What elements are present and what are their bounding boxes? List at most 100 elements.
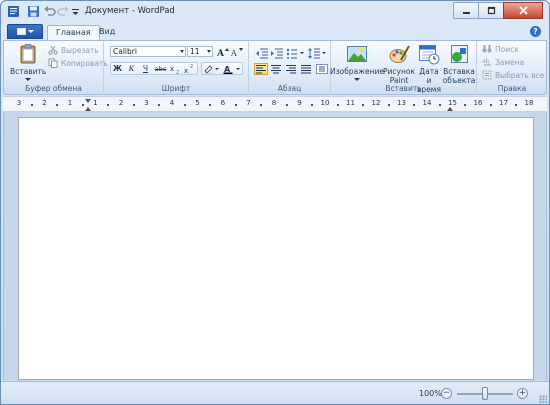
insert-picture-button[interactable]: Изображение bbox=[330, 43, 384, 82]
ruler-number: 2 bbox=[118, 99, 124, 107]
minimize-button[interactable] bbox=[453, 2, 479, 19]
ruler[interactable]: 3 2 1 1 2 3 4 5 6 7 8 9 10 11 12 13 14 15 16 17 18 bbox=[3, 96, 547, 112]
copy-button[interactable]: Копировать bbox=[48, 58, 108, 68]
minimize-icon bbox=[462, 12, 470, 14]
bold-button[interactable]: Ж bbox=[111, 63, 124, 74]
paste-label: Вставить bbox=[10, 67, 47, 76]
align-center-icon bbox=[271, 65, 281, 74]
paragraph-icon bbox=[316, 64, 328, 74]
right-indent-marker[interactable] bbox=[447, 107, 453, 111]
ruler-tick bbox=[107, 104, 110, 106]
decrease-indent-button[interactable] bbox=[254, 46, 268, 59]
svg-text:2: 2 bbox=[190, 64, 193, 70]
insert-picture-label: Изображение bbox=[330, 67, 384, 76]
font-group: Calibri 11 A A Ж К Ч abc x 2 x 2 A Шрифт bbox=[104, 41, 249, 95]
status-bar: 100% − + bbox=[1, 381, 549, 404]
text-color-icon: A bbox=[223, 65, 240, 74]
document-scroll-area bbox=[3, 112, 547, 380]
italic-button[interactable]: К bbox=[125, 63, 138, 74]
highlighter-icon bbox=[204, 65, 219, 74]
strikethrough-button[interactable]: abc bbox=[153, 63, 168, 74]
tab-view[interactable]: Вид bbox=[91, 25, 123, 40]
chevron-down-icon bbox=[207, 50, 211, 53]
wordpad-app-icon[interactable] bbox=[7, 5, 20, 18]
redo-icon[interactable] bbox=[57, 5, 70, 18]
align-right-button[interactable] bbox=[284, 63, 298, 75]
maximize-button[interactable] bbox=[478, 2, 504, 19]
subscript-button[interactable]: x2 bbox=[169, 63, 182, 76]
save-icon[interactable] bbox=[27, 5, 40, 18]
first-line-indent-marker[interactable] bbox=[85, 99, 91, 103]
zoom-level: 100% bbox=[419, 389, 442, 398]
close-button[interactable] bbox=[503, 2, 543, 19]
bullet-list-button[interactable] bbox=[285, 46, 305, 59]
ruler-tick bbox=[183, 104, 186, 106]
paste-button[interactable]: Вставить bbox=[10, 43, 46, 82]
align-center-button[interactable] bbox=[269, 63, 283, 75]
replace-button[interactable]: ab Замена bbox=[482, 57, 524, 67]
ruler-number: 7 bbox=[246, 99, 251, 107]
shrink-font-button[interactable]: A bbox=[230, 46, 243, 58]
left-indent-marker[interactable] bbox=[85, 107, 91, 111]
svg-text:A: A bbox=[231, 49, 237, 57]
ruler-number: 4 bbox=[169, 99, 175, 107]
ruler-tick bbox=[515, 104, 518, 106]
line-spacing-button[interactable] bbox=[307, 46, 327, 59]
justify-button[interactable] bbox=[299, 63, 313, 75]
ruler-tick bbox=[132, 104, 135, 106]
find-button[interactable]: Поиск bbox=[482, 44, 519, 54]
document-page[interactable] bbox=[18, 117, 534, 380]
zoom-slider-thumb[interactable] bbox=[482, 387, 488, 400]
zoom-in-button[interactable]: + bbox=[517, 388, 528, 399]
paint-drawing-button[interactable]: Рисунок Paint bbox=[383, 43, 415, 85]
grow-font-button[interactable]: A bbox=[216, 46, 229, 59]
ruler-number: 18 bbox=[524, 99, 534, 107]
align-left-button[interactable] bbox=[254, 63, 268, 75]
cut-button[interactable]: Вырезать bbox=[48, 45, 99, 55]
copy-label: Копировать bbox=[61, 58, 108, 68]
ruler-number: 1 bbox=[93, 99, 98, 107]
paint-palette-icon bbox=[389, 45, 410, 63]
undo-icon[interactable] bbox=[43, 5, 56, 18]
ruler-tick bbox=[336, 104, 339, 106]
picture-icon bbox=[347, 46, 367, 62]
ruler-tick bbox=[362, 104, 365, 106]
resize-grip-icon[interactable] bbox=[539, 395, 547, 403]
underline-button[interactable]: Ч bbox=[139, 63, 152, 74]
increase-indent-button[interactable] bbox=[269, 46, 283, 59]
ruler-number: 10 bbox=[320, 99, 330, 107]
line-spacing-icon bbox=[308, 48, 326, 59]
wordpad-window: Документ - WordPad Главная Вид ? Вставит… bbox=[0, 0, 550, 405]
ruler-number: 3 bbox=[144, 99, 149, 107]
clipboard-group-label: Буфер обмена bbox=[25, 84, 82, 93]
ruler-tick bbox=[311, 104, 314, 106]
paste-icon bbox=[20, 44, 36, 64]
svg-text:x: x bbox=[184, 67, 188, 74]
customize-quick-access-icon[interactable] bbox=[71, 5, 80, 18]
paragraph-settings-button[interactable] bbox=[315, 63, 329, 75]
highlight-color-button[interactable] bbox=[202, 63, 220, 74]
cut-label: Вырезать bbox=[61, 45, 99, 55]
ruler-number: 1 bbox=[67, 99, 73, 107]
zoom-out-button[interactable]: − bbox=[441, 388, 452, 399]
replace-label: Замена bbox=[495, 57, 525, 67]
font-size-select[interactable]: 11 bbox=[187, 46, 213, 57]
underline-icon: Ч bbox=[142, 64, 149, 73]
text-color-button[interactable]: A bbox=[222, 63, 242, 74]
application-menu-button[interactable] bbox=[7, 24, 43, 39]
select-all-label: Выбрать все bbox=[495, 70, 545, 80]
select-all-button[interactable]: Выбрать все bbox=[482, 70, 544, 80]
insert-group-label: Вставить bbox=[385, 84, 422, 93]
ruler-tick bbox=[260, 104, 263, 106]
ruler-tick bbox=[464, 104, 467, 106]
superscript-button[interactable]: x2 bbox=[183, 63, 196, 75]
insert-object-button[interactable]: Вставка объекта bbox=[443, 43, 475, 85]
help-icon[interactable]: ? bbox=[530, 26, 541, 37]
chevron-down-icon bbox=[354, 78, 360, 81]
ruler-tick bbox=[438, 104, 441, 106]
justify-icon bbox=[301, 65, 311, 74]
grow-font-icon: A bbox=[216, 48, 229, 59]
font-family-select[interactable]: Calibri bbox=[110, 46, 186, 57]
bold-icon: Ж bbox=[112, 64, 123, 73]
window-controls bbox=[453, 2, 543, 19]
